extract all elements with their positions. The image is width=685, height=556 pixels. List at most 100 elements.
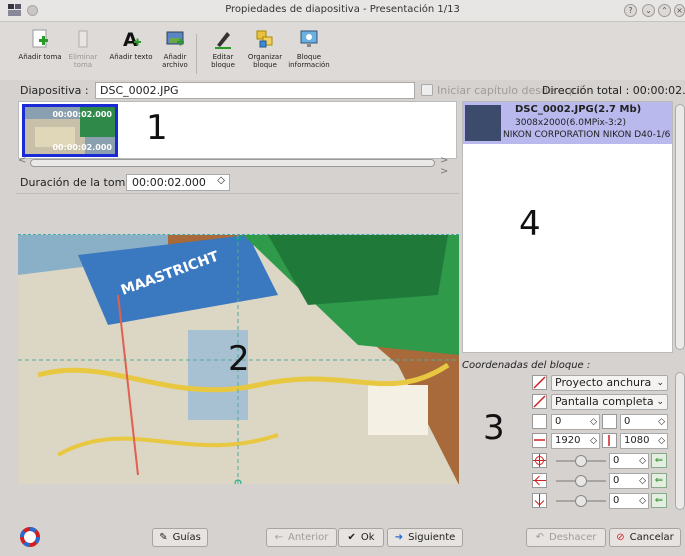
rotate-z-input[interactable]: 0 ◇ xyxy=(609,453,649,469)
edit-block-button[interactable]: Editar bloque xyxy=(200,28,246,69)
shot-strip: 00:00:02.000 00:00:02.000 1 xyxy=(18,101,457,159)
window-title: Propiedades de diapositiva - Presentació… xyxy=(225,4,460,15)
y-position-icon xyxy=(602,414,617,429)
x-position-value: 0 xyxy=(555,416,562,427)
toolbar: Añadir toma Eliminar toma A Añadir texto… xyxy=(0,22,685,80)
info-block-label: Bloque información xyxy=(288,53,330,69)
title-bar: Propiedades de diapositiva - Presentació… xyxy=(0,0,685,22)
coords-scrollbar[interactable] xyxy=(675,372,685,510)
spin-arrows-icon[interactable]: ◇ xyxy=(217,175,225,186)
width-icon xyxy=(532,433,547,448)
shot-start-time: 00:00:02.000 xyxy=(52,110,112,119)
guides-button[interactable]: ✎ Guías xyxy=(152,528,208,547)
scrollbar-thumb[interactable] xyxy=(30,159,435,167)
shot-duration-value: 00:00:02.000 xyxy=(132,176,206,189)
close-button[interactable]: × xyxy=(674,4,685,17)
reset-rotate-y-button[interactable]: ⇐ xyxy=(651,493,667,508)
add-text-button[interactable]: A Añadir texto xyxy=(108,28,154,61)
area-number-4: 4 xyxy=(519,204,541,244)
info-block-button[interactable]: Bloque información xyxy=(286,28,332,69)
rotate-y-slider[interactable] xyxy=(556,493,606,509)
maximize-button[interactable]: ⌃ xyxy=(658,4,671,17)
width-value: 1920 xyxy=(555,435,581,446)
undo-label: Deshacer xyxy=(549,532,597,543)
organize-block-button[interactable]: Organizar bloque xyxy=(242,28,288,69)
file-info-row[interactable]: DSC_0002.JPG(2.7 Mb) 3008x2000(6.0MPix-3… xyxy=(463,102,672,144)
help-button[interactable]: ? xyxy=(624,4,637,17)
spin-arrows-icon[interactable]: ◇ xyxy=(639,474,646,488)
shot-duration-label: Duración de la toma : xyxy=(20,176,140,189)
file-resolution: 3008x2000(6.0MPix-3:2) xyxy=(515,118,627,128)
block-coordinates-panel: Coordenadas del bloque : 3 Proyecto anch… xyxy=(459,360,685,520)
undo-icon: ↶ xyxy=(535,532,545,543)
project-width-value: Proyecto anchura xyxy=(555,376,652,389)
previous-button[interactable]: ← Anterior xyxy=(266,528,337,547)
slider-handle[interactable] xyxy=(575,495,587,507)
add-file-label: Añadir archivo xyxy=(162,53,188,69)
undo-button[interactable]: ↶ Deshacer xyxy=(526,528,606,547)
y-position-value: 0 xyxy=(624,416,631,427)
reset-rotate-z-button[interactable]: ⇐ xyxy=(651,453,667,468)
rotate-y-input[interactable]: 0 ◇ xyxy=(609,493,649,509)
scroll-left-icon[interactable]: < xyxy=(18,155,26,166)
help-lifebuoy-icon[interactable] xyxy=(20,527,40,547)
organize-block-label: Organizar bloque xyxy=(247,53,283,69)
file-camera: NIKON CORPORATION NIKON D40-1/6 xyxy=(503,130,671,140)
width-input[interactable]: 1920 ◇ xyxy=(551,433,600,449)
add-image-icon xyxy=(166,31,184,46)
delete-shot-label: Eliminar toma xyxy=(68,53,98,69)
x-position-icon xyxy=(532,414,547,429)
minimize-button[interactable]: ⌄ xyxy=(642,4,655,17)
shot-duration-spinbox[interactable]: 00:00:02.000 ◇ xyxy=(126,174,230,191)
info-scrollbar[interactable] xyxy=(675,104,685,350)
chevron-down-icon: ⌄ xyxy=(656,378,664,388)
add-shot-label: Añadir toma xyxy=(18,53,62,61)
spin-arrows-icon[interactable]: ◇ xyxy=(658,434,665,448)
height-value: 1080 xyxy=(624,435,650,446)
slide-name-label: Diapositiva : xyxy=(20,84,89,97)
spin-arrows-icon[interactable]: ◇ xyxy=(658,415,665,429)
spin-arrows-icon[interactable]: ◇ xyxy=(639,494,646,508)
cancel-button[interactable]: ⊘ Cancelar xyxy=(609,528,681,547)
project-width-select[interactable]: Proyecto anchura ⌄ xyxy=(551,375,668,391)
ok-button[interactable]: ✔ Ok xyxy=(338,528,384,547)
shot-strip-scrollbar[interactable]: < > > xyxy=(18,155,457,177)
area-number-3: 3 xyxy=(483,408,505,448)
add-text-icon: A xyxy=(123,29,141,50)
reset-rotate-x-button[interactable]: ⇐ xyxy=(651,473,667,488)
rotate-z-icon xyxy=(532,453,547,468)
file-info-panel: DSC_0002.JPG(2.7 Mb) 3008x2000(6.0MPix-3… xyxy=(462,101,673,353)
edit-block-label: Editar bloque xyxy=(211,53,235,69)
rotate-z-slider[interactable] xyxy=(556,453,606,469)
file-thumbnail xyxy=(465,105,501,141)
height-icon xyxy=(602,433,617,448)
rotate-y-icon xyxy=(532,493,547,508)
fullscreen-select[interactable]: Pantalla completa ⌄ xyxy=(551,394,668,410)
rotate-x-slider[interactable] xyxy=(556,473,606,489)
add-shot-button[interactable]: Añadir toma xyxy=(17,28,63,61)
spin-arrows-icon[interactable]: ◇ xyxy=(590,434,597,448)
x-position-input[interactable]: 0 ◇ xyxy=(551,414,600,430)
rotate-x-input[interactable]: 0 ◇ xyxy=(609,473,649,489)
next-label: Siguiente xyxy=(408,532,456,543)
spin-arrows-icon[interactable]: ◇ xyxy=(639,454,646,468)
spin-arrows-icon[interactable]: ◇ xyxy=(590,415,597,429)
add-text-label: Añadir texto xyxy=(109,53,153,61)
trash-icon xyxy=(78,30,88,48)
slide-name-input[interactable]: DSC_0002.JPG xyxy=(95,82,415,99)
add-shot-icon xyxy=(32,29,48,48)
delete-shot-button[interactable]: Eliminar toma xyxy=(60,28,106,69)
height-input[interactable]: 1080 ◇ xyxy=(620,433,668,449)
previous-label: Anterior xyxy=(288,532,329,543)
next-button[interactable]: ➜ Siguiente xyxy=(387,528,463,547)
slider-handle[interactable] xyxy=(575,475,587,487)
slider-handle[interactable] xyxy=(575,455,587,467)
arrow-left-icon: ← xyxy=(274,532,283,543)
y-position-input[interactable]: 0 ◇ xyxy=(620,414,668,430)
slide-preview[interactable]: MAASTRICHT 2 xyxy=(18,234,459,484)
add-file-button[interactable]: Añadir archivo xyxy=(152,28,198,69)
chapter-checkbox[interactable] xyxy=(421,84,433,96)
rotate-x-value: 0 xyxy=(613,475,620,486)
shot-thumbnail[interactable]: 00:00:02.000 00:00:02.000 xyxy=(22,104,118,157)
svg-text:A: A xyxy=(123,29,138,50)
